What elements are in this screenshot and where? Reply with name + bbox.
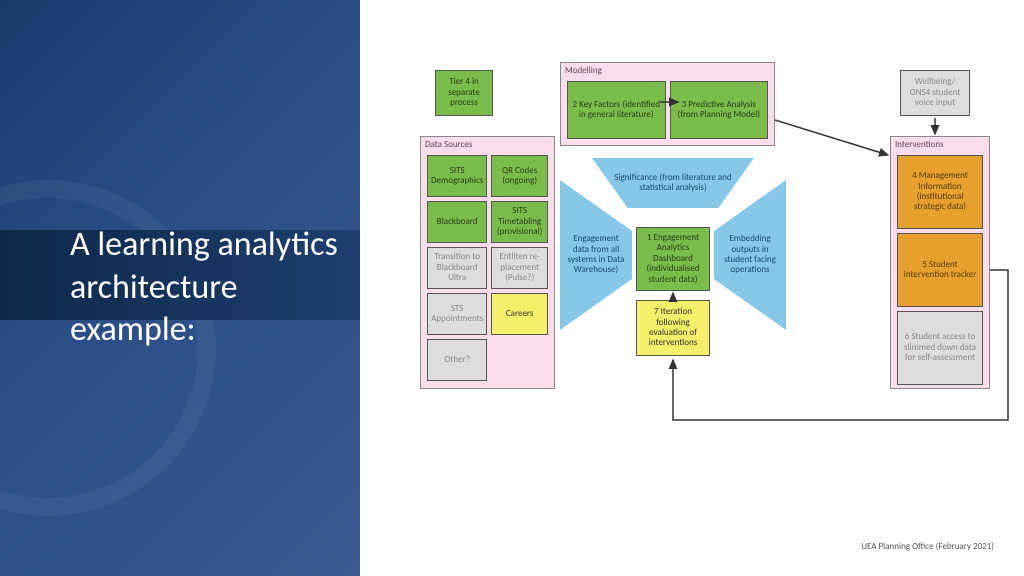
data-source-2: Blackboard xyxy=(427,201,487,243)
modelling-label: Modelling xyxy=(565,65,602,76)
data-source-7: Careers xyxy=(491,293,548,335)
data-source-4: Transition to Blackboard Ultra xyxy=(427,247,487,289)
iteration-box: 7 Iteration following evaluation of inte… xyxy=(636,300,710,356)
data-source-6: STS Appointments xyxy=(427,293,487,335)
intervention-0: 4 Management Information (institutional … xyxy=(897,155,983,229)
intervention-2: 6 Student access to slimmed down data fo… xyxy=(897,311,983,385)
data-source-3: SITS Timetabling (provisional) xyxy=(491,201,548,243)
dashboard-box: 1 Engagement Analytics Dashboard (indivi… xyxy=(636,227,710,291)
tier4-box: Tier 4 in separate process xyxy=(435,70,493,116)
data-source-8: Other? xyxy=(427,339,487,381)
key-factors-box: 2 Key Factors (identified in general lit… xyxy=(567,81,666,139)
embedding-trap: Embedding outputs in student facing oper… xyxy=(714,180,786,330)
title-panel: A learning analytics architecture exampl… xyxy=(0,0,360,576)
data-source-1: QR Codes (ongoing) xyxy=(491,155,548,197)
data-source-5: Entliten re-placement (Pulse?) xyxy=(491,247,548,289)
predictive-box: 3 Predictive Analysis (from Planning Mod… xyxy=(670,81,769,139)
interventions-panel: Interventions 4 Management Information (… xyxy=(890,136,990,389)
slide-title: A learning analytics architecture exampl… xyxy=(70,224,360,352)
diagram-area: Tier 4 in separate process Wellbeing/ ON… xyxy=(360,0,1024,576)
data-sources-label: Data Sources xyxy=(425,139,472,150)
wellbeing-box: Wellbeing/ ONS4 student voice input xyxy=(900,70,970,116)
data-source-0: SITS Demographics xyxy=(427,155,487,197)
significance-trap: Significance (from literature and statis… xyxy=(592,158,754,208)
modelling-panel: Modelling 2 Key Factors (identified in g… xyxy=(560,62,775,146)
interventions-label: Interventions xyxy=(895,139,944,150)
intervention-1: 5 Student intervention tracker xyxy=(897,233,983,307)
credit-text: UEA Planning Office (February 2021) xyxy=(861,541,994,552)
engagement-trap: Engagement data from all systems in Data… xyxy=(560,180,632,330)
data-sources-panel: Data Sources SITS DemographicsQR Codes (… xyxy=(420,136,555,389)
